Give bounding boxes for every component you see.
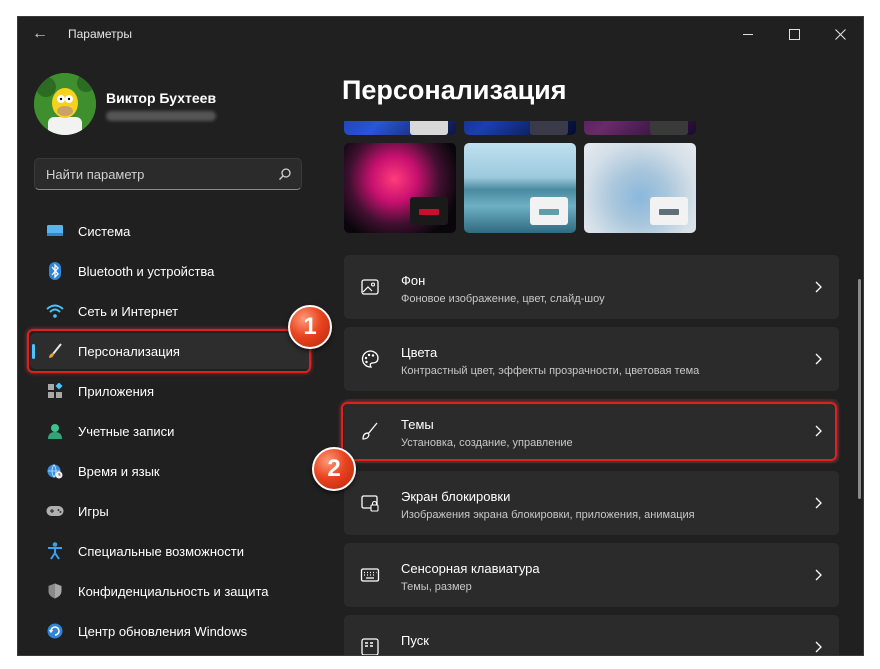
setting-description: Темы, размер	[401, 581, 472, 593]
theme-thumbnail-partial[interactable]	[584, 121, 696, 135]
back-arrow-icon[interactable]: ←	[30, 25, 50, 43]
sidebar-item-network[interactable]: Сеть и Интернет	[30, 293, 312, 329]
chevron-right-icon	[815, 569, 822, 581]
sidebar-item-label: Игры	[78, 503, 109, 519]
user-email-blurred	[106, 111, 216, 121]
setting-start[interactable]: Пуск	[344, 615, 839, 655]
sidebar-nav: Система Bluetooth и устройства Сеть и Ин…	[30, 213, 312, 653]
sidebar-item-privacy[interactable]: Конфиденциальность и защита	[30, 573, 312, 609]
setting-touch-keyboard[interactable]: Сенсорная клавиатура Темы, размер	[344, 543, 839, 607]
setting-background[interactable]: Фон Фоновое изображение, цвет, слайд-шоу	[344, 255, 839, 319]
theme-accent-bar	[419, 209, 439, 215]
avatar-image-icon	[34, 73, 96, 135]
sidebar-item-gaming[interactable]: Игры	[30, 493, 312, 529]
sidebar-item-label: Приложения	[78, 383, 155, 399]
sidebar-item-label: Сеть и Интернет	[78, 303, 179, 319]
wifi-icon	[46, 302, 64, 320]
sidebar-item-apps[interactable]: Приложения	[30, 373, 312, 409]
start-menu-icon	[361, 638, 379, 655]
apps-icon	[46, 382, 64, 400]
chevron-right-icon	[815, 353, 822, 365]
theme-swatch	[410, 121, 448, 135]
highlight-box-themes	[341, 402, 837, 461]
theme-swatch	[650, 121, 688, 135]
shield-icon	[46, 582, 64, 600]
step-marker-2: 2	[312, 447, 356, 491]
sidebar-item-windows-update[interactable]: Центр обновления Windows	[30, 613, 312, 649]
user-name: Виктор Бухтеев	[106, 90, 217, 106]
theme-thumbnail-partial[interactable]	[344, 121, 456, 135]
settings-window: ← Параметры Виктор Бухтеев Найти парамет…	[17, 16, 864, 656]
theme-thumbnail-flow[interactable]	[584, 143, 696, 233]
sidebar-item-label: Система	[78, 223, 131, 239]
chevron-right-icon	[815, 497, 822, 509]
theme-thumbnail-glow[interactable]	[344, 143, 456, 233]
setting-colors[interactable]: Цвета Контрастный цвет, эффекты прозрачн…	[344, 327, 839, 391]
chevron-right-icon	[815, 641, 822, 653]
theme-swatch	[410, 197, 448, 225]
search-box[interactable]: Найти параметр	[34, 158, 302, 190]
step-marker-1: 1	[288, 305, 332, 349]
sidebar-item-system[interactable]: Система	[30, 213, 312, 249]
close-button[interactable]	[820, 21, 860, 47]
page-title: Персонализация	[342, 75, 567, 105]
update-icon	[46, 622, 64, 640]
theme-accent-bar	[659, 209, 679, 215]
gamepad-icon	[46, 502, 64, 520]
setting-description: Фоновое изображение, цвет, слайд-шоу	[401, 293, 605, 305]
search-icon[interactable]	[278, 167, 292, 181]
setting-description: Изображения экрана блокировки, приложени…	[401, 509, 695, 521]
minimize-icon	[743, 33, 753, 35]
lock-screen-icon	[361, 495, 379, 512]
setting-title: Фон	[401, 273, 426, 288]
sidebar-item-label: Время и язык	[78, 463, 160, 479]
close-icon	[834, 28, 846, 40]
keyboard-icon	[360, 568, 380, 582]
sidebar-item-label: Специальные возможности	[78, 543, 244, 559]
theme-accent-bar	[539, 209, 559, 215]
setting-title: Сенсорная клавиатура	[401, 561, 540, 576]
title-bar: ← Параметры	[18, 17, 863, 51]
sidebar-item-label: Bluetooth и устройства	[78, 263, 215, 279]
theme-swatch	[650, 197, 688, 225]
app-title: Параметры	[68, 27, 132, 41]
setting-title: Цвета	[401, 345, 438, 360]
sidebar-item-label: Конфиденциальность и защита	[78, 583, 269, 599]
setting-description: Контрастный цвет, эффекты прозрачности, …	[401, 365, 700, 377]
accessibility-icon	[46, 542, 64, 560]
minimize-button[interactable]	[728, 21, 768, 47]
system-icon	[46, 222, 64, 240]
person-icon	[46, 422, 64, 440]
sidebar-item-bluetooth[interactable]: Bluetooth и устройства	[30, 253, 312, 289]
scrollbar-thumb[interactable]	[858, 279, 861, 499]
theme-thumbnail-partial[interactable]	[464, 121, 576, 135]
theme-thumbnail-captured-motion[interactable]	[464, 143, 576, 233]
maximize-icon	[788, 28, 800, 40]
avatar[interactable]	[34, 73, 96, 135]
picture-icon	[361, 279, 379, 295]
sidebar-item-accounts[interactable]: Учетные записи	[30, 413, 312, 449]
search-input[interactable]: Найти параметр	[46, 167, 144, 182]
sidebar-item-label: Учетные записи	[78, 423, 175, 439]
theme-swatch	[530, 197, 568, 225]
chevron-right-icon	[815, 281, 822, 293]
theme-swatch	[530, 121, 568, 135]
setting-lock-screen[interactable]: Экран блокировки Изображения экрана блок…	[344, 471, 839, 535]
sidebar-item-label: Центр обновления Windows	[78, 623, 248, 639]
setting-title: Экран блокировки	[401, 489, 511, 504]
theme-row-partial	[344, 121, 724, 135]
sidebar-item-time-language[interactable]: Время и язык	[30, 453, 312, 489]
palette-icon	[361, 350, 379, 368]
setting-title: Пуск	[401, 633, 429, 648]
maximize-button[interactable]	[774, 21, 814, 47]
highlight-box-personalization	[27, 329, 311, 373]
globe-clock-icon	[46, 462, 64, 480]
sidebar-item-accessibility[interactable]: Специальные возможности	[30, 533, 312, 569]
bluetooth-icon	[46, 262, 64, 280]
